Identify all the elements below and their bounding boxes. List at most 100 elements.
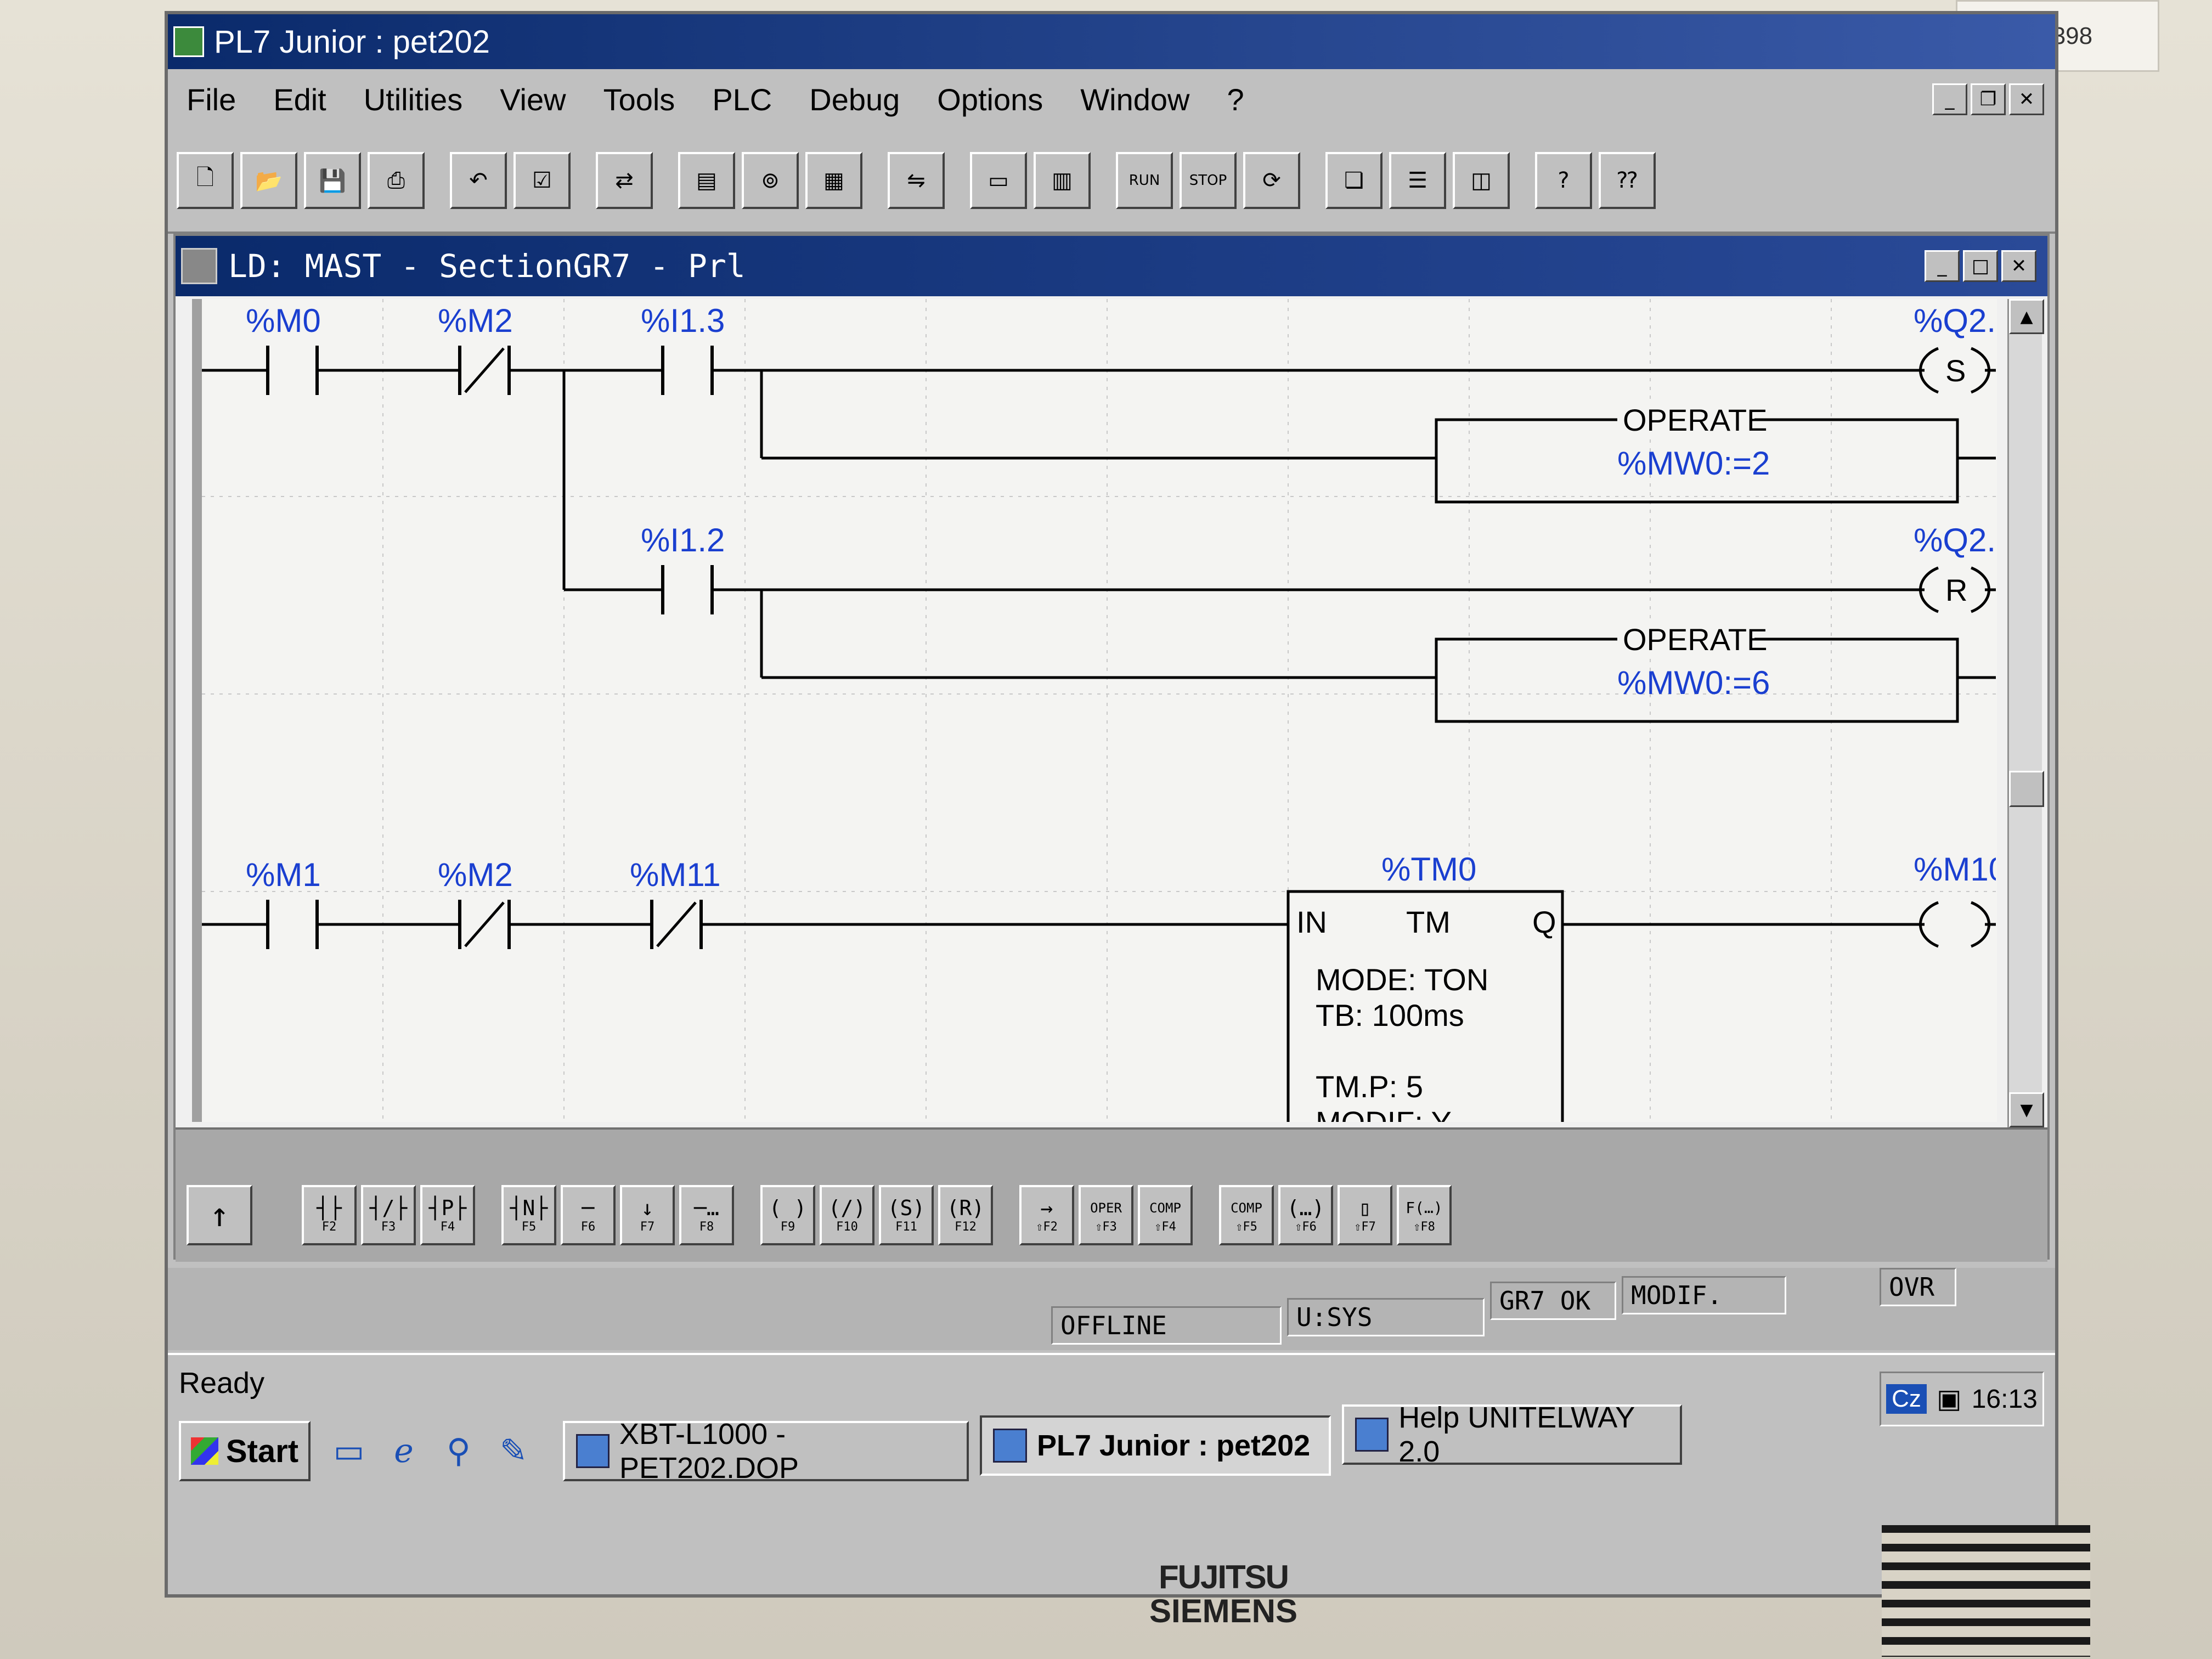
menu-help[interactable]: ? [1208, 82, 1262, 117]
palette-coil[interactable]: ( ) F9 [760, 1185, 815, 1245]
palette-jump[interactable]: → ⇧F2 [1019, 1185, 1074, 1245]
palette-function-call[interactable]: F(…) ⇧F8 [1397, 1185, 1452, 1245]
palette-compare-block-h[interactable]: COMP ⇧F4 [1138, 1185, 1193, 1245]
context-help-icon[interactable]: ⁇ [1599, 152, 1656, 209]
quicklaunch-edit-icon[interactable]: ✎ [492, 1426, 535, 1476]
palette-rising-edge[interactable]: ┤P├ F4 [420, 1185, 475, 1245]
palette-function-block[interactable]: ▯ ⇧F7 [1338, 1185, 1392, 1245]
print-icon[interactable]: ⎙ [368, 152, 425, 209]
editor-titlebar: LD: MAST - SectionGR7 - Prl _ □ ✕ [176, 236, 2047, 296]
menu-edit[interactable]: Edit [255, 82, 345, 117]
palette-no-contact[interactable]: ┤├ F2 [302, 1185, 357, 1245]
coil-m10[interactable]: %M10 [1914, 851, 1996, 948]
pb-sym: OPER [1090, 1200, 1122, 1216]
menu-debug[interactable]: Debug [791, 82, 918, 117]
pb-key: F10 [836, 1220, 858, 1234]
scroll-down-icon[interactable]: ▼ [2009, 1092, 2044, 1127]
menu-plc[interactable]: PLC [693, 82, 791, 117]
screen: PL7 Junior : pet202 File Edit Utilities … [165, 11, 2058, 1598]
internet-explorer-icon[interactable]: ℯ [382, 1426, 426, 1476]
quicklaunch-tool-icon[interactable]: ⚲ [437, 1426, 481, 1476]
palette-inverse-coil[interactable]: (/) F10 [820, 1185, 874, 1245]
tile-horizontal-icon[interactable]: ☰ [1389, 152, 1446, 209]
pb-sym: ↓ [641, 1196, 654, 1220]
save-icon[interactable]: 💾 [304, 152, 361, 209]
tray-network-icon[interactable]: ▣ [1937, 1384, 1961, 1414]
run-button[interactable]: RUN [1116, 152, 1173, 209]
connect-icon[interactable]: ⟳ [1243, 152, 1300, 209]
scroll-thumb[interactable] [2009, 771, 2044, 807]
restore-icon[interactable]: ❐ [1971, 83, 2006, 115]
menu-options[interactable]: Options [918, 82, 1062, 117]
app-icon [173, 26, 204, 57]
menu-tools[interactable]: Tools [585, 82, 694, 117]
palette-horizontal-link[interactable]: ─ F6 [561, 1185, 616, 1245]
ladder-diagram[interactable]: %M0 %M2 %I1.3 %I1.2 S %Q2. R %Q2. OPERAT… [192, 299, 1997, 1122]
cascade-icon[interactable]: ❏ [1325, 152, 1383, 209]
palette-fill-link[interactable]: ─… F8 [679, 1185, 734, 1245]
start-button[interactable]: Start [179, 1421, 311, 1481]
palette-operate-block[interactable]: OPER ⇧F3 [1079, 1185, 1133, 1245]
pb-sym: ─ [582, 1196, 595, 1220]
io-config-icon[interactable]: ▤ [678, 152, 735, 209]
show-desktop-icon[interactable]: ▭ [327, 1426, 371, 1476]
menu-utilities[interactable]: Utilities [345, 82, 481, 117]
language-indicator[interactable]: Cz [1886, 1384, 1927, 1414]
timer-mode: MODE: TON [1316, 962, 1488, 997]
timer-modif: MODIF: Y [1316, 1105, 1452, 1122]
timer-name: %TM0 [1381, 851, 1476, 888]
help-icon[interactable]: ? [1535, 152, 1592, 209]
binoculars-icon[interactable]: ⊚ [742, 152, 799, 209]
task-help-unitelway[interactable]: Help UNITELWAY 2.0 [1342, 1401, 1682, 1468]
palette-falling-edge[interactable]: ┤N├ F5 [501, 1185, 556, 1245]
clock[interactable]: 16:13 [1972, 1384, 2038, 1414]
contact-m2-rung2[interactable]: %M2 [438, 856, 513, 949]
status-bar: OFFLINE U:SYS GR7 OK MODIF. OVR [168, 1268, 2055, 1350]
coil-set-q2-9[interactable]: S %Q2.9 [1914, 302, 1996, 394]
palette-set-coil[interactable]: (S) F11 [879, 1185, 934, 1245]
new-file-icon[interactable]: 🗋 [177, 152, 234, 209]
memory-icon[interactable]: ▥ [1034, 152, 1091, 209]
editor-maximize-icon[interactable]: □ [1963, 250, 1998, 282]
logo-line2: SIEMENS [1149, 1593, 1298, 1629]
pl7-app-icon [993, 1429, 1027, 1463]
tile-vertical-icon[interactable]: ◫ [1453, 152, 1510, 209]
validate-icon[interactable]: ☑ [514, 152, 571, 209]
operate-block-1[interactable]: OPERATE %MW0:=2 [1435, 403, 1959, 504]
monitor-icon[interactable]: ▭ [970, 152, 1027, 209]
palette-vertical-link[interactable]: ↓ F7 [620, 1185, 675, 1245]
scroll-up-icon[interactable]: ▲ [2009, 299, 2044, 334]
variables-icon[interactable]: ▦ [805, 152, 862, 209]
palette-reset-coil[interactable]: (R) F12 [938, 1185, 993, 1245]
palette-nc-contact[interactable]: ┤/├ F3 [361, 1185, 416, 1245]
cross-reference-icon[interactable]: ⇋ [888, 152, 945, 209]
undo-icon[interactable]: ↶ [450, 152, 507, 209]
editor-close-icon[interactable]: ✕ [2001, 250, 2036, 282]
coil-m10-label: %M10 [1914, 851, 1996, 888]
transfer-icon[interactable]: ⇄ [596, 152, 653, 209]
contact-m11[interactable]: %M11 [630, 856, 721, 949]
minimize-icon[interactable]: _ [1932, 83, 1967, 115]
stop-button[interactable]: STOP [1180, 152, 1237, 209]
contact-i1-3[interactable]: %I1.3 [641, 302, 725, 395]
arrow-up-icon[interactable]: ↑ [187, 1185, 252, 1245]
contact-m2[interactable]: %M2 [438, 302, 513, 395]
contact-m1[interactable]: %M1 [246, 856, 321, 949]
menu-view[interactable]: View [481, 82, 584, 117]
open-folder-icon[interactable]: 📂 [240, 152, 297, 209]
logo-line1: FUJITSU [1158, 1559, 1289, 1595]
close-icon[interactable]: ✕ [2009, 83, 2044, 115]
palette-compare-block-v[interactable]: COMP ⇧F5 [1219, 1185, 1274, 1245]
task-xbt-l1000[interactable]: XBT-L1000 - PET202.DOP [563, 1418, 969, 1485]
menu-window[interactable]: Window [1062, 82, 1208, 117]
coil-reset-q2-9[interactable]: R %Q2.9 [1914, 522, 1996, 613]
palette-call-coil[interactable]: (…) ⇧F6 [1278, 1185, 1333, 1245]
timer-block-tm0[interactable]: %TM0 IN TM Q MODE: TON TB: 100ms TM.P: 5… [1286, 851, 1564, 1122]
editor-minimize-icon[interactable]: _ [1925, 250, 1960, 282]
contact-m0[interactable]: %M0 [246, 302, 321, 395]
menu-file[interactable]: File [168, 82, 255, 117]
vertical-scrollbar[interactable]: ▲ ▼ [2007, 299, 2044, 1127]
contact-i1-2[interactable]: %I1.2 [641, 522, 725, 614]
task-pl7-junior[interactable]: PL7 Junior : pet202 [980, 1415, 1331, 1476]
operate-block-2[interactable]: OPERATE %MW0:=6 [1435, 622, 1959, 723]
